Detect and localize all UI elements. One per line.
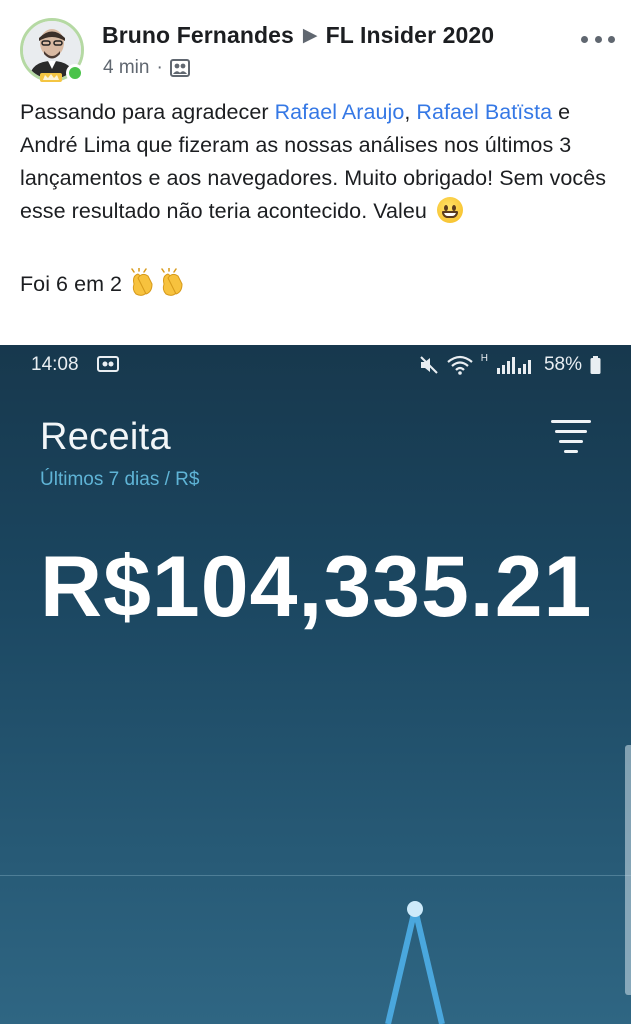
notification-icon bbox=[97, 356, 119, 372]
network-type-label: H bbox=[480, 352, 488, 364]
group-privacy-icon bbox=[169, 59, 190, 77]
chart-series-line bbox=[385, 906, 445, 1024]
scrollbar[interactable] bbox=[625, 745, 631, 995]
grinning-face-emoji-icon bbox=[436, 197, 463, 223]
post-header: Bruno Fernandes ▶ FL Insider 2020 4 min · bbox=[0, 0, 631, 90]
more-options-icon[interactable] bbox=[581, 30, 615, 48]
dashboard-title: Receita bbox=[40, 416, 171, 458]
post-text-closing: Foi 6 em 2 bbox=[20, 272, 123, 296]
online-status-indicator bbox=[66, 64, 84, 82]
comma: , bbox=[404, 100, 411, 124]
post-body: Passando para agradecer Rafael Araujo, R… bbox=[20, 96, 620, 301]
mention-rafael-araujo[interactable]: Rafael Araujo bbox=[275, 100, 405, 124]
battery-percentage: 58% bbox=[543, 354, 582, 375]
chart-data-point bbox=[407, 901, 423, 917]
meta-separator: · bbox=[156, 57, 163, 78]
status-indicators: H 58% bbox=[419, 352, 601, 376]
author-name[interactable]: Bruno Fernandes bbox=[102, 22, 294, 48]
revenue-total: R$104,335.21 bbox=[40, 539, 593, 635]
dashboard-period[interactable]: Últimos 7 dias / R$ bbox=[40, 469, 199, 491]
battery-icon bbox=[590, 356, 601, 374]
arrow-right-icon: ▶ bbox=[302, 25, 318, 46]
post-paragraph-2: Foi 6 em 2 bbox=[20, 268, 620, 301]
filter-icon[interactable] bbox=[551, 420, 591, 453]
wifi-icon bbox=[447, 355, 473, 375]
revenue-chart bbox=[385, 901, 445, 1024]
post-paragraph: Passando para agradecer Rafael Araujo, R… bbox=[20, 96, 620, 228]
post-title: Bruno Fernandes ▶ FL Insider 2020 bbox=[102, 22, 494, 49]
signal-icon bbox=[496, 357, 531, 374]
status-bar: 14:08 H 58% bbox=[0, 345, 631, 385]
post-text-intro: Passando para agradecer bbox=[20, 100, 275, 124]
group-name[interactable]: FL Insider 2020 bbox=[326, 22, 495, 48]
post-time[interactable]: 4 min bbox=[103, 57, 149, 79]
clapping-hands-emoji-icon bbox=[131, 268, 183, 296]
badge-icon bbox=[40, 73, 62, 82]
post-meta: 4 min · bbox=[103, 57, 190, 79]
mention-rafael-batista[interactable]: Rafael Batïsta bbox=[416, 100, 552, 124]
phone-screenshot: 14:08 H 58% Receita Últimos 7 dias / R$ … bbox=[0, 345, 631, 1024]
mute-icon bbox=[420, 356, 438, 374]
status-time: 14:08 bbox=[31, 354, 79, 375]
